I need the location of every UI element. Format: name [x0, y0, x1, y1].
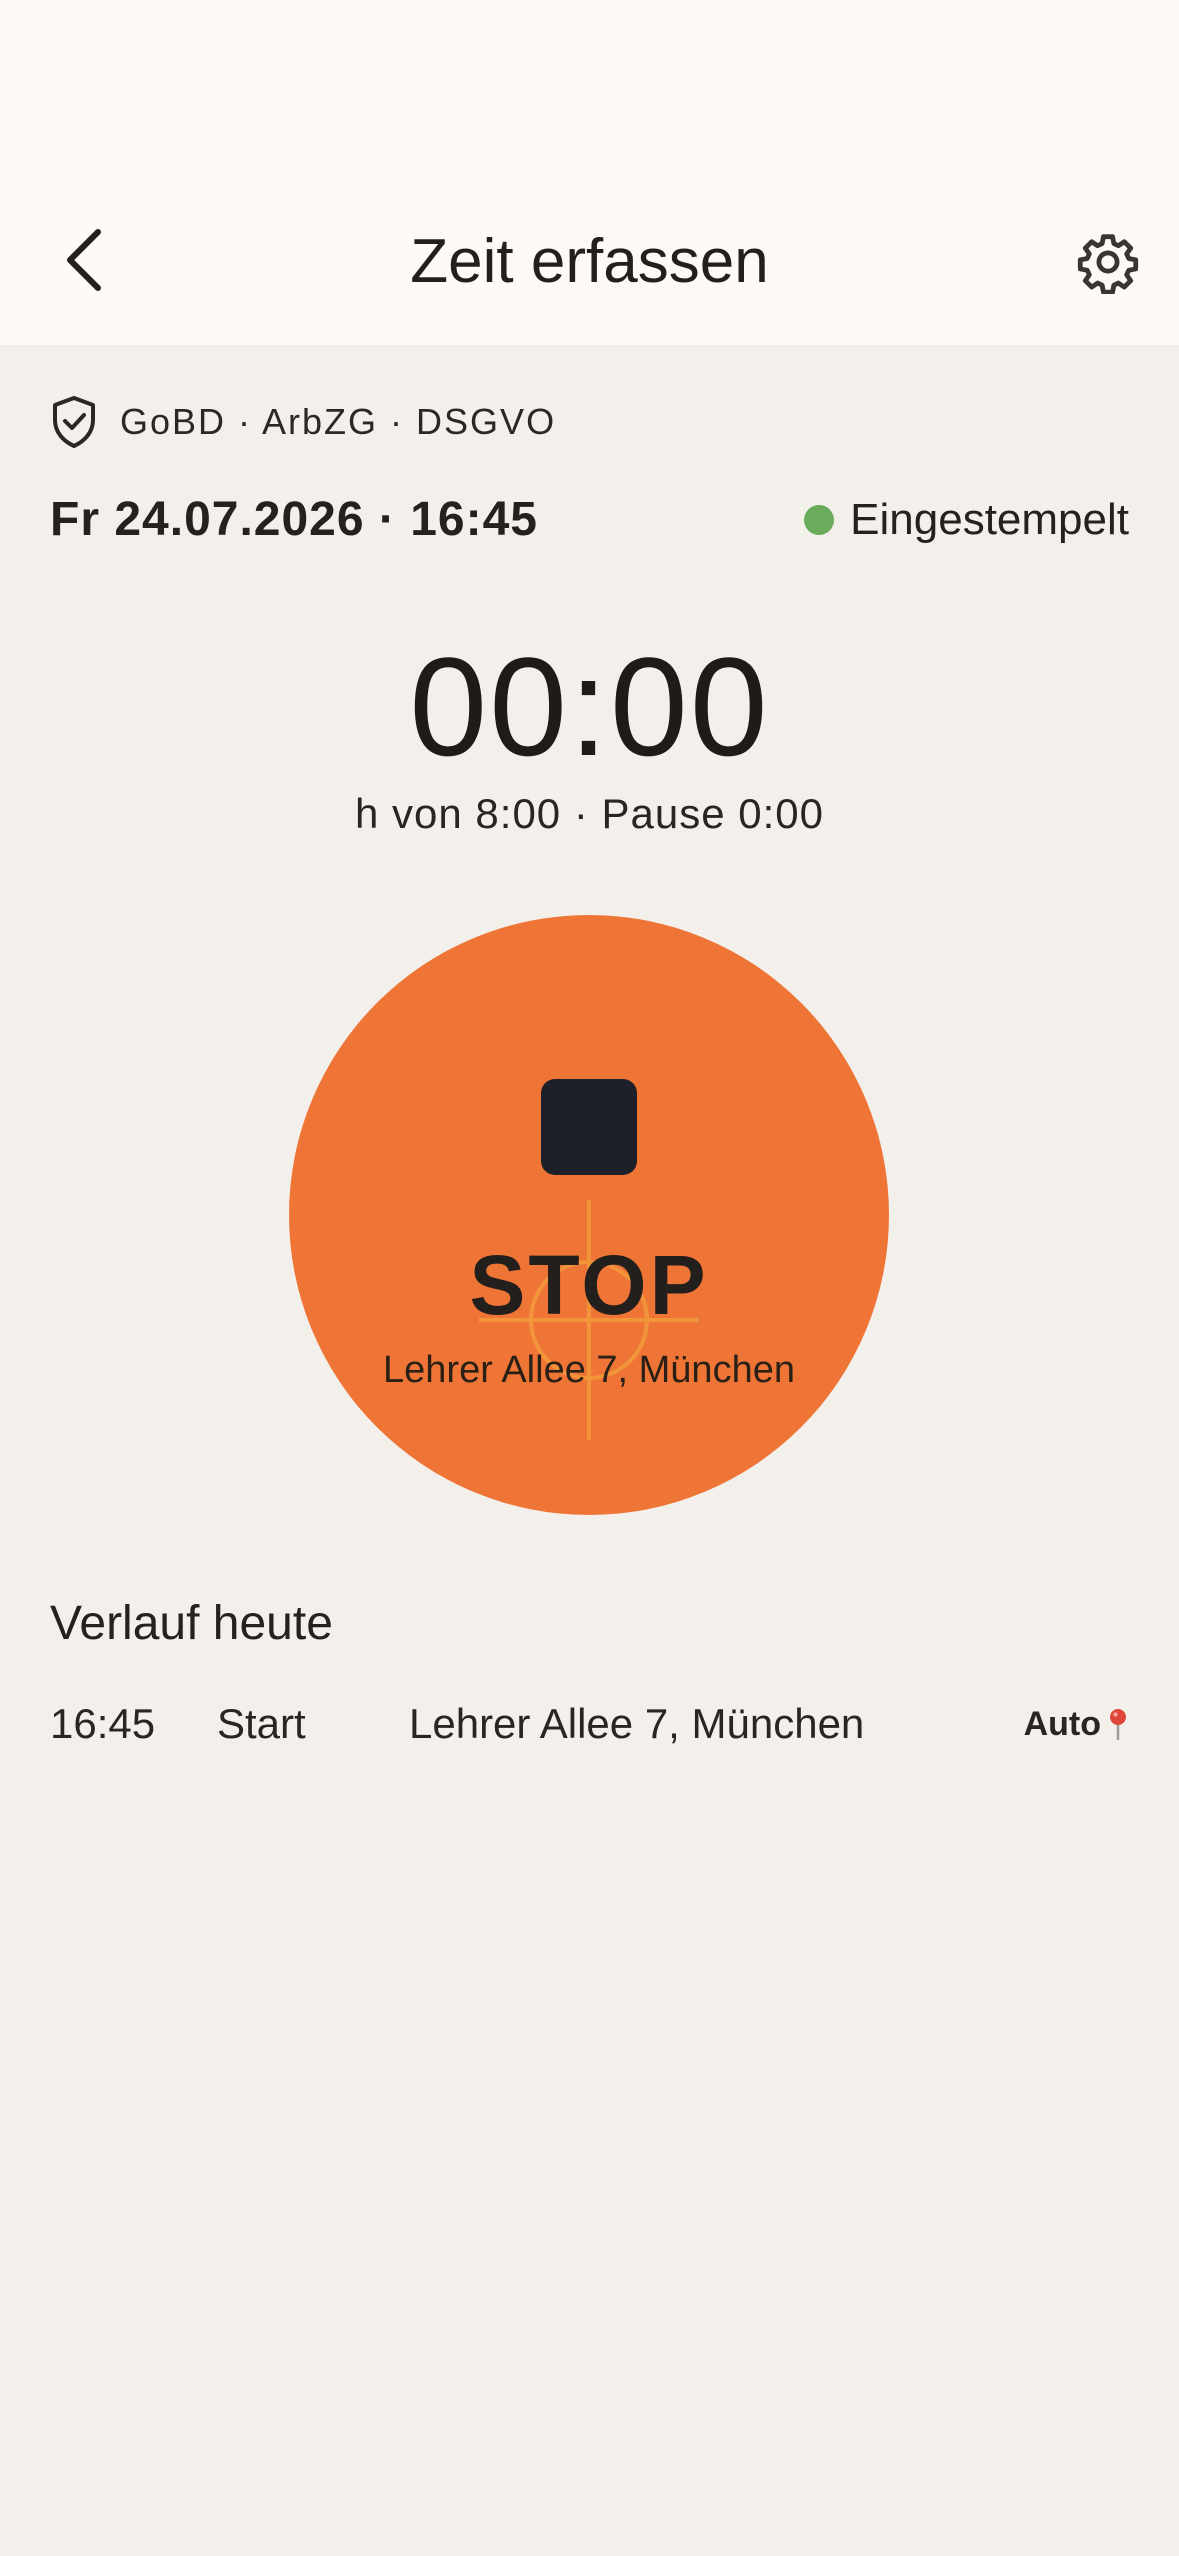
current-datetime: Fr 24.07.2026 · 16:45: [50, 493, 538, 546]
compliance-badge: GoBD · ArbZG · DSGVO: [50, 392, 556, 452]
stop-square-icon: [541, 1079, 637, 1175]
history-entry-time: 16:45: [50, 1700, 156, 1747]
clock-status: Eingestempelt: [804, 488, 1129, 552]
history-entry-source-label: Auto: [1023, 1705, 1101, 1743]
history-entry[interactable]: 16:45 Start Lehrer Allee 7, München Auto: [50, 1694, 1129, 1754]
shield-check-icon: [53, 396, 95, 448]
timer-subtitle: h von 8:00 · Pause 0:00: [355, 790, 824, 837]
status-label: Eingestempelt: [850, 495, 1129, 544]
compliance-text: GoBD · ArbZG · DSGVO: [120, 401, 557, 442]
stop-label: STOP: [469, 1238, 709, 1332]
elapsed-timer: 00:00: [409, 628, 770, 785]
history-entry-source: Auto: [1024, 1694, 1129, 1754]
history-title: Verlauf heute: [50, 1597, 333, 1650]
stop-location: Lehrer Allee 7, München: [383, 1349, 795, 1391]
settings-button[interactable]: [1068, 222, 1148, 302]
page-title: Zeit erfassen: [410, 227, 769, 296]
app-header: Zeit erfassen: [0, 0, 1179, 345]
stop-button[interactable]: STOP Lehrer Allee 7, München: [289, 915, 889, 1515]
map-pin-icon: [1110, 1709, 1126, 1740]
history-entry-location: Lehrer Allee 7, München: [409, 1700, 865, 1747]
status-dot-icon: [804, 505, 835, 535]
gear-icon: [1077, 234, 1139, 294]
history-entry-type: Start: [217, 1700, 306, 1747]
